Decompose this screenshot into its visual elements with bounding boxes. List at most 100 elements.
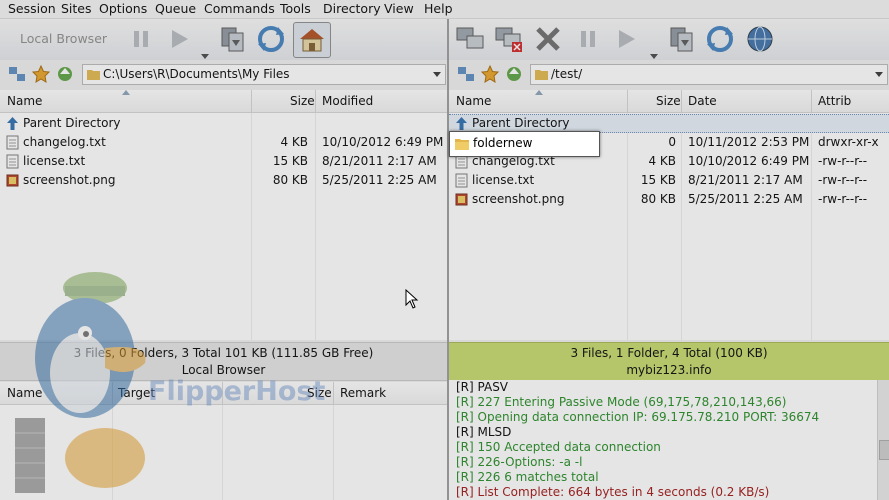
menu-bar: Session Sites Options Queue Commands Too… (0, 0, 889, 19)
favorites-star-icon[interactable] (32, 65, 50, 83)
log-line: [R] Opening data connection IP: 69.175.7… (456, 410, 820, 424)
refresh-icon[interactable] (705, 24, 735, 54)
chevron-down-icon[interactable] (433, 72, 441, 77)
sort-ascending-icon (122, 90, 130, 95)
menu-help[interactable]: Help (424, 1, 453, 16)
remote-path-text: /test/ (551, 67, 583, 81)
menu-view[interactable]: View (384, 1, 414, 16)
local-path-bar: C:\Users\R\Documents\My Files (0, 62, 447, 86)
up-folder-icon[interactable] (505, 65, 523, 83)
folder-icon (87, 70, 100, 80)
file-name: license.txt (472, 173, 535, 187)
folder-icon (455, 139, 469, 150)
column-size[interactable]: Size (656, 94, 681, 108)
mouse-cursor-icon (405, 289, 419, 309)
file-size: 80 KB (272, 173, 308, 187)
menu-directory[interactable]: Directory (323, 1, 381, 16)
column-remark[interactable]: Remark (340, 386, 386, 400)
favorites-star-icon[interactable] (481, 65, 499, 83)
file-name: screenshot.png (23, 173, 116, 187)
local-path-field[interactable]: C:\Users\R\Documents\My Files (82, 64, 446, 85)
scrollbar-thumb[interactable] (879, 440, 889, 460)
remote-status-bar: 3 Files, 1 Folder, 4 Total (100 KB) mybi… (449, 342, 889, 381)
file-size: 80 KB (640, 192, 676, 206)
remote-status-name: mybiz123.info (626, 363, 712, 377)
local-toolbar: Local Browser (0, 19, 448, 60)
menu-options[interactable]: Options (99, 1, 147, 16)
remote-path-field[interactable]: /test/ (530, 64, 888, 85)
file-date: 10/11/2012 2:53 PM (688, 135, 810, 149)
file-name: license.txt (23, 154, 86, 168)
file-modified: 8/21/2011 2:17 AM (322, 154, 437, 168)
file-attrib: -rw-r--r-- (818, 173, 868, 187)
table-row[interactable]: screenshot.png 80 KB 5/25/2011 2:25 AM -… (449, 190, 889, 209)
refresh-icon[interactable] (256, 24, 286, 54)
remote-list-header: Name Size Date Attrib (449, 90, 889, 113)
file-attrib: -rw-r--r-- (818, 154, 868, 168)
image-file-icon (455, 193, 468, 206)
abort-icon[interactable] (533, 24, 563, 54)
file-name: Parent Directory (472, 116, 570, 130)
parent-directory-row[interactable]: Parent Directory (0, 114, 447, 133)
table-row[interactable]: license.txt 15 KB 8/21/2011 2:17 AM -rw-… (449, 171, 889, 190)
log-line: [R] 226 6 matches total (456, 470, 599, 484)
chevron-down-icon[interactable] (875, 72, 883, 77)
file-name: Parent Directory (23, 116, 121, 130)
file-attrib: drwxr-xr-x (818, 135, 879, 149)
log-scrollbar[interactable] (877, 380, 889, 500)
column-name[interactable]: Name (456, 94, 491, 108)
file-date: 8/21/2011 2:17 AM (688, 173, 803, 187)
log-line: [R] List Complete: 664 bytes in 4 second… (456, 485, 770, 499)
local-browser-button[interactable]: Local Browser (20, 31, 107, 46)
transfer-icon[interactable] (667, 24, 697, 54)
text-file-icon (455, 173, 468, 188)
column-date[interactable]: Date (688, 94, 717, 108)
file-size: 15 KB (272, 154, 308, 168)
table-row[interactable]: screenshot.png 80 KB 5/25/2011 2:25 AM (0, 171, 447, 190)
watermark-text: FlipperHost (148, 376, 326, 407)
folder-icon (535, 70, 548, 80)
remote-file-list[interactable]: Name Size Date Attrib Parent Directory 0… (449, 90, 889, 340)
remote-status-summary: 3 Files, 1 Folder, 4 Total (100 KB) (570, 346, 768, 360)
table-row[interactable]: changelog.txt 4 KB 10/10/2012 6:49 PM (0, 133, 447, 152)
text-file-icon (6, 135, 19, 150)
column-name[interactable]: Name (7, 94, 42, 108)
file-date: 5/25/2011 2:25 AM (688, 192, 803, 206)
rename-edit-box[interactable]: foldernew (449, 131, 600, 157)
menu-tools[interactable]: Tools (280, 1, 311, 16)
file-modified: 5/25/2011 2:25 AM (322, 173, 437, 187)
play-icon[interactable] (611, 24, 641, 54)
connect-icon[interactable] (455, 24, 485, 54)
home-button[interactable] (293, 22, 331, 58)
transfer-icon[interactable] (218, 24, 248, 54)
play-dropdown-icon[interactable] (649, 53, 659, 61)
play-dropdown-icon[interactable] (200, 53, 210, 61)
file-size: 0 (668, 135, 676, 149)
menu-queue[interactable]: Queue (155, 1, 196, 16)
pause-icon[interactable] (126, 24, 156, 54)
play-icon[interactable] (164, 24, 194, 54)
disconnect-icon[interactable] (494, 24, 524, 54)
menu-session[interactable]: Session (8, 1, 56, 16)
table-row[interactable]: license.txt 15 KB 8/21/2011 2:17 AM (0, 152, 447, 171)
column-size[interactable]: Size (290, 94, 315, 108)
column-attrib[interactable]: Attrib (818, 94, 851, 108)
file-modified: 10/10/2012 6:49 PM (322, 135, 444, 149)
text-file-icon (6, 154, 19, 169)
file-size: 15 KB (640, 173, 676, 187)
local-path-text: C:\Users\R\Documents\My Files (103, 67, 290, 81)
file-date: 10/10/2012 6:49 PM (688, 154, 810, 168)
log-line: [R] 150 Accepted data connection (456, 440, 661, 454)
parent-directory-icon (456, 117, 467, 130)
computer-icon[interactable] (457, 65, 475, 83)
pause-icon[interactable] (573, 24, 603, 54)
globe-icon[interactable] (745, 24, 775, 54)
column-modified[interactable]: Modified (322, 94, 373, 108)
log-line: [R] 227 Entering Passive Mode (69,175,78… (456, 395, 787, 409)
menu-commands[interactable]: Commands (204, 1, 275, 16)
menu-sites[interactable]: Sites (61, 1, 92, 16)
computer-icon[interactable] (8, 65, 26, 83)
up-folder-icon[interactable] (56, 65, 74, 83)
log-pane[interactable]: [R] PASV [R] 227 Entering Passive Mode (… (449, 380, 877, 500)
rename-input[interactable]: foldernew (473, 136, 532, 150)
